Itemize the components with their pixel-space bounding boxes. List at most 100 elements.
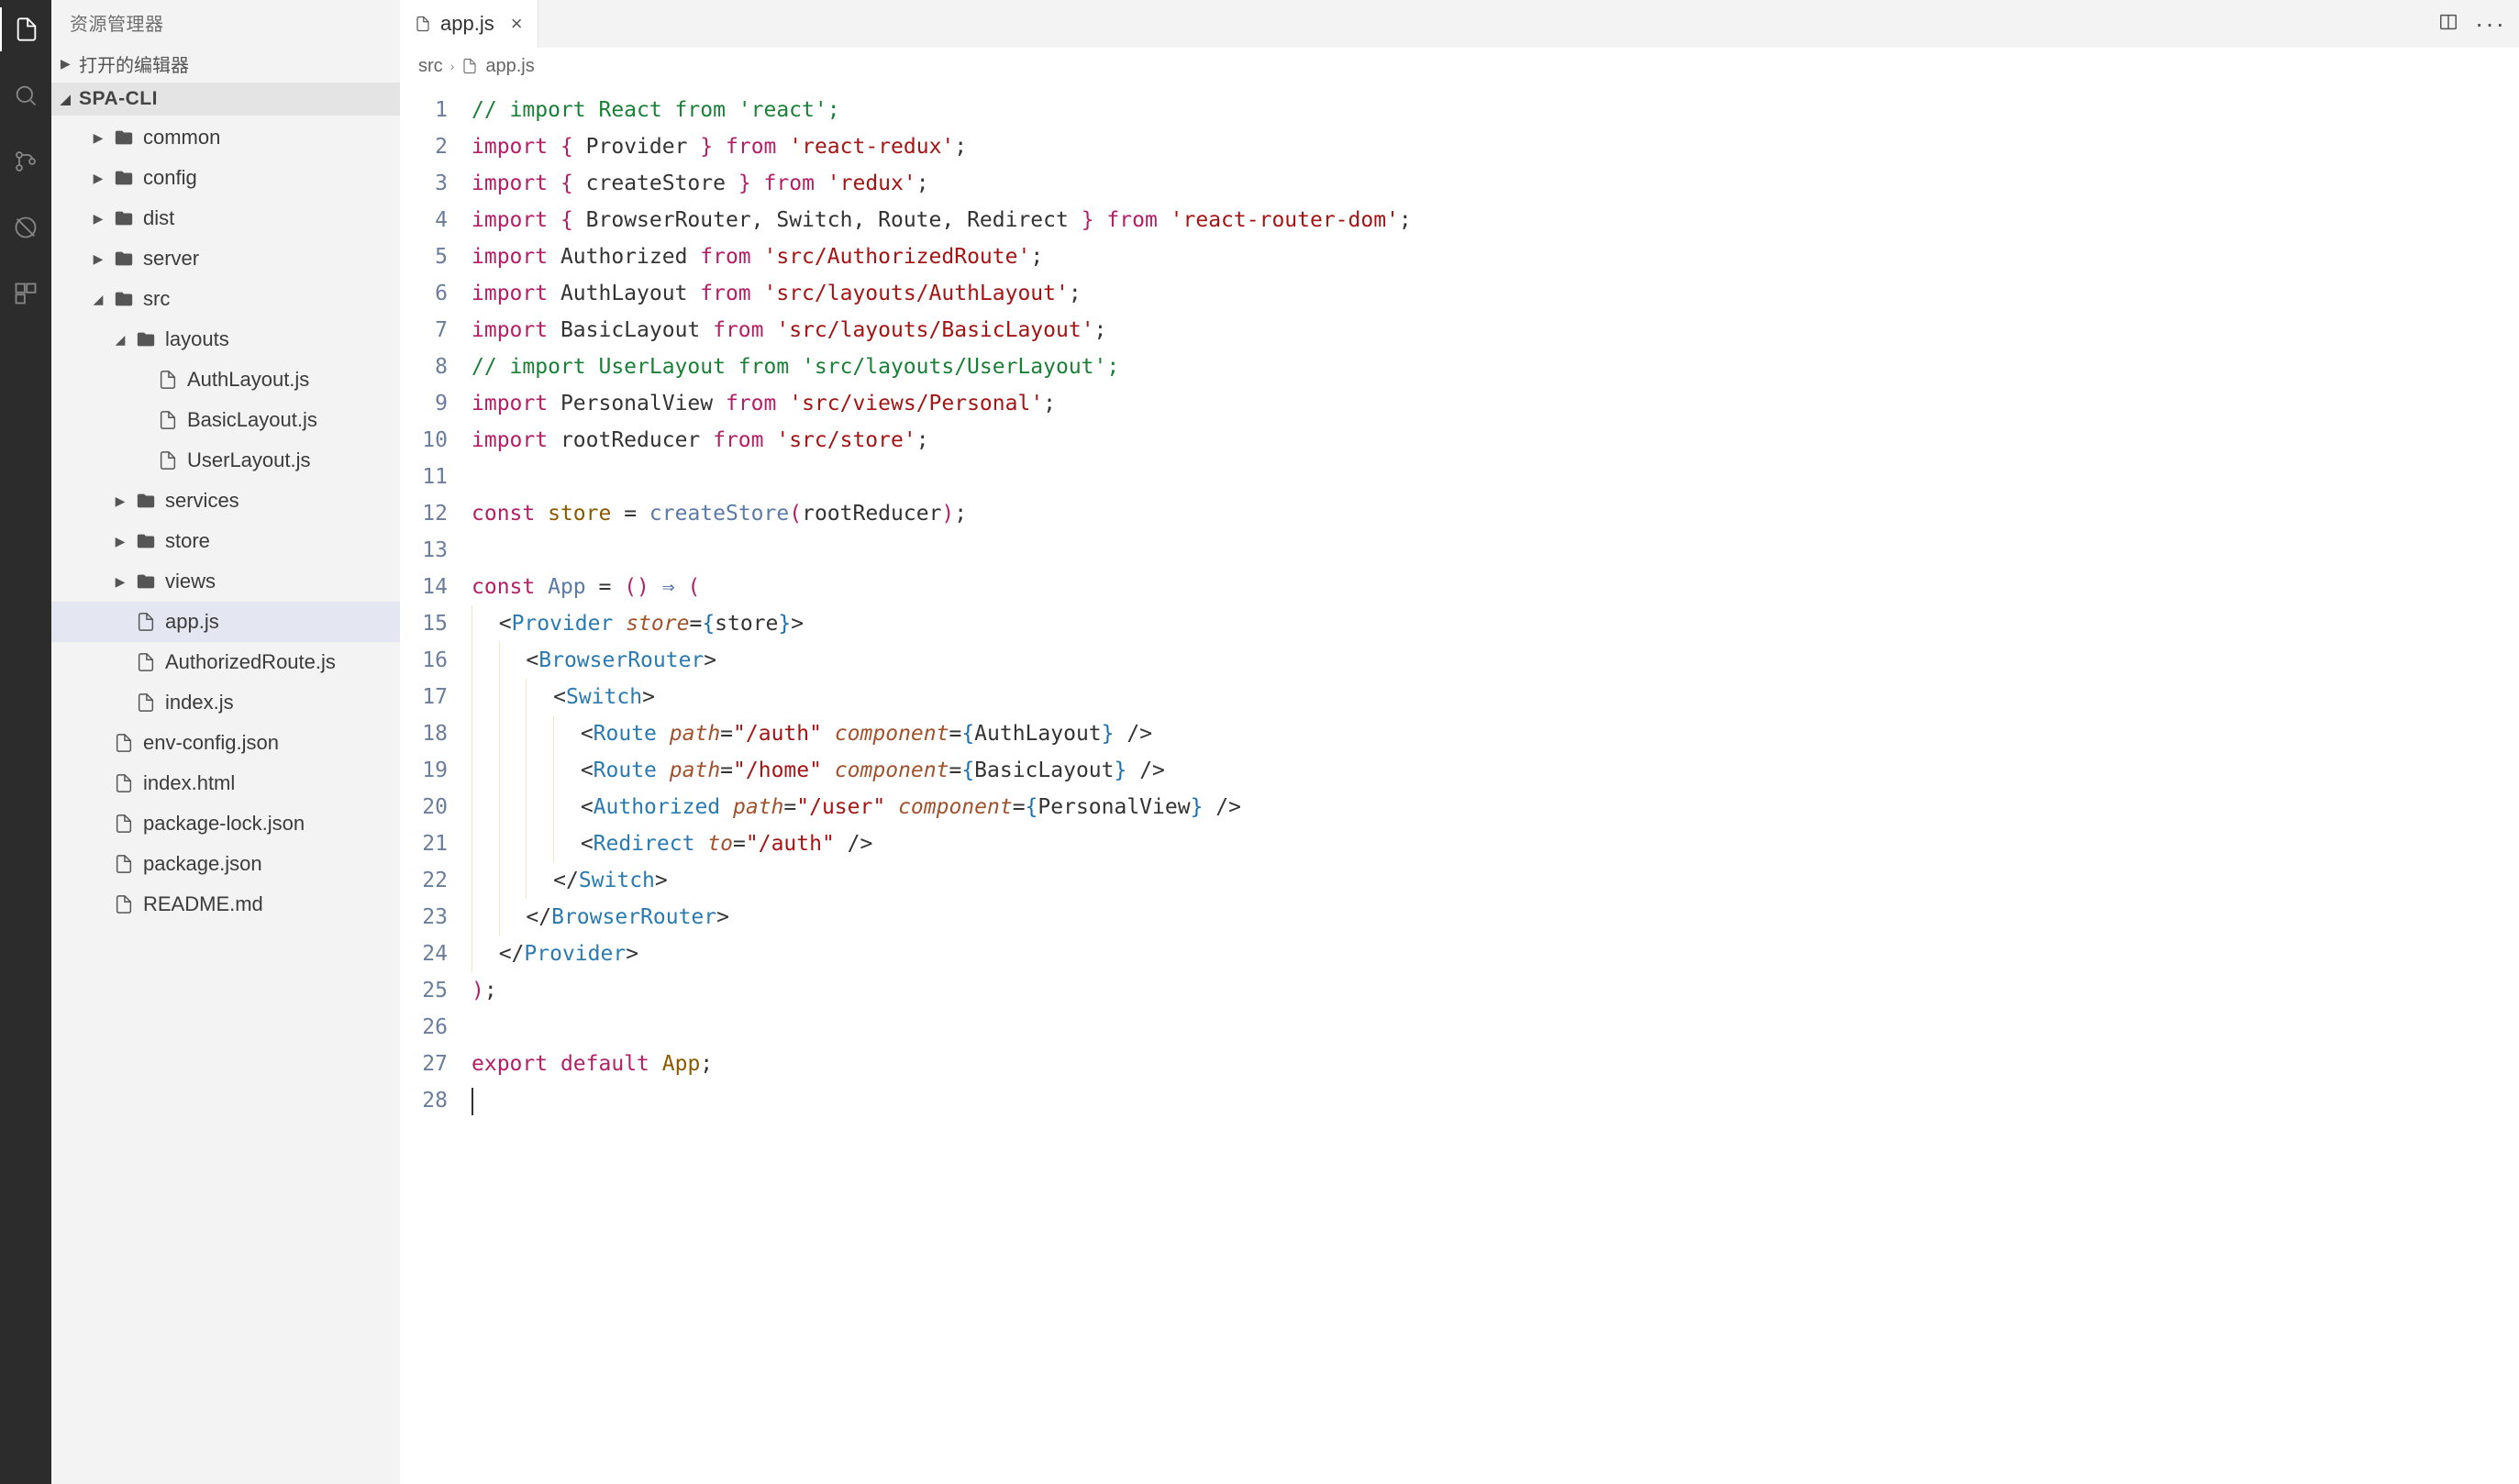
breadcrumb-file[interactable]: app.js: [485, 56, 534, 77]
code-line[interactable]: import rootReducer from 'src/store';: [472, 422, 1412, 459]
file-icon: [114, 814, 134, 834]
folder-services[interactable]: ▶services: [51, 481, 400, 521]
file-icon: [461, 58, 478, 74]
code-line[interactable]: </Switch>: [472, 862, 1412, 899]
code-line[interactable]: [472, 532, 1412, 569]
code-line[interactable]: const store = createStore(rootReducer);: [472, 495, 1412, 532]
code-line[interactable]: <Switch>: [472, 679, 1412, 715]
file-authlayout-js[interactable]: AuthLayout.js: [51, 360, 400, 400]
open-editors-header[interactable]: ▶ 打开的编辑器: [51, 45, 400, 83]
line-number: 2: [407, 128, 448, 165]
chevron-right-icon: ▶: [92, 211, 105, 227]
file-app-js[interactable]: app.js: [51, 602, 400, 642]
tree-item-label: AuthLayout.js: [187, 368, 309, 392]
file-tree: ▶common▶config▶dist▶server◢src◢layouts Au…: [51, 116, 400, 1484]
code-line[interactable]: </Provider>: [472, 936, 1412, 972]
source-control-icon[interactable]: [0, 139, 51, 183]
folder-icon: [136, 531, 156, 551]
file-icon: [114, 773, 134, 793]
tree-item-label: services: [165, 489, 239, 513]
code-line[interactable]: <Authorized path="/user" component={Pers…: [472, 789, 1412, 825]
tree-item-label: env-config.json: [143, 731, 279, 755]
text-cursor: [472, 1088, 473, 1115]
code-line[interactable]: <Route path="/auth" component={AuthLayou…: [472, 715, 1412, 752]
folder-dist[interactable]: ▶dist: [51, 198, 400, 238]
line-number: 5: [407, 238, 448, 275]
breadcrumb-src[interactable]: src: [418, 56, 443, 77]
tree-item-label: BasicLayout.js: [187, 408, 317, 432]
code-line[interactable]: [472, 459, 1412, 495]
explorer-sidebar: 资源管理器 ▶ 打开的编辑器 ◢ SPA-CLI ▶common▶config▶…: [51, 0, 400, 1484]
file-package-lock-json[interactable]: package-lock.json: [51, 803, 400, 844]
code-content[interactable]: // import React from 'react';import { Pr…: [464, 84, 1412, 1484]
chevron-down-icon: ◢: [114, 332, 127, 348]
close-icon[interactable]: ×: [511, 12, 523, 36]
folder-views[interactable]: ▶views: [51, 561, 400, 602]
folder-icon: [114, 249, 134, 269]
folder-config[interactable]: ▶config: [51, 158, 400, 198]
project-header[interactable]: ◢ SPA-CLI: [51, 83, 400, 116]
file-authorizedroute-js[interactable]: AuthorizedRoute.js: [51, 642, 400, 682]
activity-bar: [0, 0, 51, 1484]
code-line[interactable]: <Route path="/home" component={BasicLayo…: [472, 752, 1412, 789]
file-icon: [136, 612, 156, 632]
line-number: 28: [407, 1082, 448, 1119]
code-line[interactable]: import Authorized from 'src/AuthorizedRo…: [472, 238, 1412, 275]
folder-server[interactable]: ▶server: [51, 238, 400, 279]
code-line[interactable]: <Redirect to="/auth" />: [472, 825, 1412, 862]
tree-item-label: UserLayout.js: [187, 449, 311, 472]
line-number: 1: [407, 92, 448, 128]
folder-icon: [114, 208, 134, 228]
tree-item-label: package.json: [143, 852, 262, 876]
code-line[interactable]: </BrowserRouter>: [472, 899, 1412, 936]
line-number: 4: [407, 202, 448, 238]
tree-item-label: views: [165, 570, 216, 593]
file-icon: [158, 410, 178, 430]
code-line[interactable]: [472, 1009, 1412, 1046]
code-line[interactable]: // import React from 'react';: [472, 92, 1412, 128]
file-basiclayout-js[interactable]: BasicLayout.js: [51, 400, 400, 440]
file-package-json[interactable]: package.json: [51, 844, 400, 884]
tab-bar: app.js × ···: [400, 0, 2519, 48]
code-line[interactable]: export default App;: [472, 1046, 1412, 1082]
tree-item-label: package-lock.json: [143, 812, 305, 836]
code-line[interactable]: import BasicLayout from 'src/layouts/Bas…: [472, 312, 1412, 349]
tab-label: app.js: [440, 12, 494, 36]
code-line[interactable]: import AuthLayout from 'src/layouts/Auth…: [472, 275, 1412, 312]
folder-layouts[interactable]: ◢layouts: [51, 319, 400, 360]
project-label: SPA-CLI: [79, 88, 158, 110]
folder-src[interactable]: ◢src: [51, 279, 400, 319]
folder-icon: [114, 168, 134, 188]
file-env-config-json[interactable]: env-config.json: [51, 723, 400, 763]
line-number: 9: [407, 385, 448, 422]
file-userlayout-js[interactable]: UserLayout.js: [51, 440, 400, 481]
code-line[interactable]: [472, 1082, 1412, 1119]
code-line[interactable]: import PersonalView from 'src/views/Pers…: [472, 385, 1412, 422]
explorer-icon[interactable]: [0, 7, 51, 51]
code-line[interactable]: import { Provider } from 'react-redux';: [472, 128, 1412, 165]
folder-common[interactable]: ▶common: [51, 117, 400, 158]
folder-store[interactable]: ▶store: [51, 521, 400, 561]
line-number: 16: [407, 642, 448, 679]
tab-app-js[interactable]: app.js ×: [400, 0, 538, 48]
code-line[interactable]: );: [472, 972, 1412, 1009]
debug-icon[interactable]: [0, 205, 51, 249]
tree-item-label: index.js: [165, 691, 234, 714]
code-line[interactable]: // import UserLayout from 'src/layouts/U…: [472, 349, 1412, 385]
code-line[interactable]: import { BrowserRouter, Switch, Route, R…: [472, 202, 1412, 238]
chevron-right-icon: ▶: [114, 534, 127, 549]
file-index-js[interactable]: index.js: [51, 682, 400, 723]
breadcrumbs[interactable]: src › app.js: [400, 48, 2519, 84]
code-editor[interactable]: 1234567891011121314151617181920212223242…: [400, 84, 2519, 1484]
extensions-icon[interactable]: [0, 271, 51, 316]
code-line[interactable]: <Provider store={store}>: [472, 605, 1412, 642]
line-number-gutter: 1234567891011121314151617181920212223242…: [400, 84, 464, 1484]
file-readme-md[interactable]: README.md: [51, 884, 400, 925]
code-line[interactable]: <BrowserRouter>: [472, 642, 1412, 679]
search-icon[interactable]: [0, 73, 51, 117]
code-line[interactable]: const App = () ⇒ (: [472, 569, 1412, 605]
file-index-html[interactable]: index.html: [51, 763, 400, 803]
more-actions-icon[interactable]: ···: [2475, 11, 2506, 37]
split-editor-icon[interactable]: [2438, 12, 2458, 37]
code-line[interactable]: import { createStore } from 'redux';: [472, 165, 1412, 202]
